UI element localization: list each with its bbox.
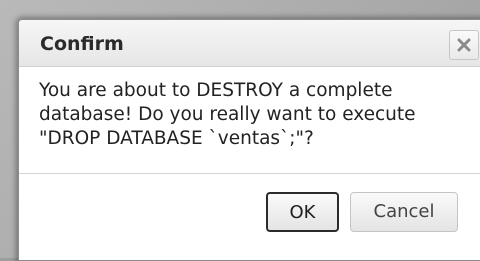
- message-line: database! Do you really want to execute: [39, 104, 416, 125]
- message-line: You are about to DESTROY a complete: [39, 80, 393, 101]
- close-button[interactable]: [449, 30, 479, 60]
- cancel-button[interactable]: Cancel: [350, 192, 458, 232]
- dialog-title: Confirm: [40, 33, 124, 55]
- confirm-dialog: Confirm You are about to DESTROY a compl…: [18, 19, 480, 261]
- dialog-titlebar[interactable]: Confirm: [19, 20, 480, 67]
- dialog-message: You are about to DESTROY a complete data…: [39, 79, 469, 151]
- close-icon: [457, 38, 471, 52]
- button-pane-divider: [19, 173, 480, 174]
- message-line: "DROP DATABASE `ventas`;"?: [39, 128, 314, 149]
- ok-button[interactable]: OK: [266, 192, 339, 232]
